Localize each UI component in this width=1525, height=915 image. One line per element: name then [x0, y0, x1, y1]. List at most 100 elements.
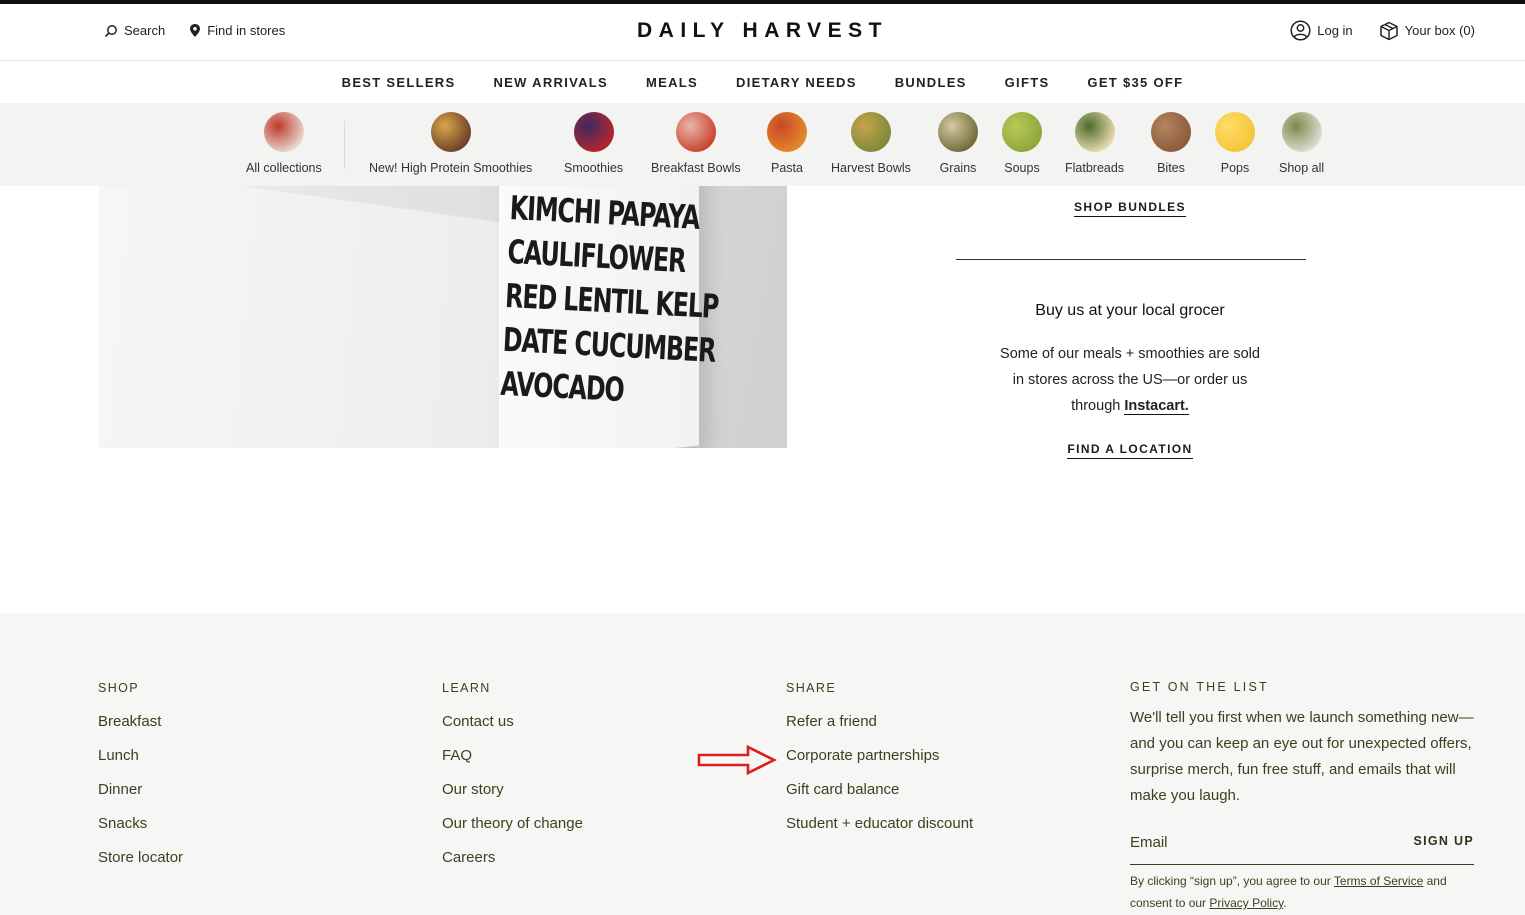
collection-grains[interactable]: Grains [938, 112, 978, 175]
legal-prefix: By clicking “sign up”, you agree to our [1130, 874, 1331, 888]
site-header: Search Find in stores DAILY HARVEST Log … [0, 4, 1525, 61]
newsletter-description: We'll tell you first when we launch some… [1130, 709, 1474, 804]
collection-thumbnail [675, 112, 716, 152]
grocer-description: Some of our meals + smoothies are sold i… [980, 341, 1280, 419]
collection-thumbnail [263, 112, 304, 152]
collection-pops[interactable]: Pops [1215, 112, 1255, 175]
grocer-heading: Buy us at your local grocer [1035, 302, 1225, 319]
collection-label: Flatbreads [1065, 161, 1125, 175]
collection-thumbnail [850, 112, 891, 152]
collection-pasta[interactable]: Pasta [767, 112, 807, 175]
grocer-line: in stores across the US—or order us [1012, 372, 1248, 388]
collection-thumbnail [767, 112, 807, 152]
collections-bar: All collections New! High Protein Smooth… [0, 103, 1525, 186]
footer-learn-column: LEARN Contact us FAQ Our story Our theor… [442, 681, 583, 883]
your-box-label: Your box (0) [1404, 23, 1475, 38]
collection-label: Smoothies [564, 161, 624, 175]
collection-breakfast-bowls[interactable]: Breakfast Bowls [651, 112, 741, 175]
login-link[interactable]: Log in [1290, 20, 1353, 41]
email-field[interactable] [1130, 831, 1390, 853]
privacy-policy-link[interactable]: Privacy Policy [1209, 896, 1283, 910]
footer-link-store-locator[interactable]: Store locator [98, 849, 183, 883]
shop-bundles-link[interactable]: SHOP BUNDLES [1074, 200, 1186, 217]
footer-shop-column: SHOP Breakfast Lunch Dinner Snacks Store… [98, 681, 183, 883]
collection-label: Soups [1004, 161, 1040, 175]
collection-soups[interactable]: Soups [1002, 112, 1042, 175]
user-account-icon [1290, 20, 1311, 41]
grocer-line-prefix: through [1071, 398, 1121, 414]
footer-link-theory-of-change[interactable]: Our theory of change [442, 815, 583, 849]
footer-shop-heading: SHOP [98, 681, 140, 695]
collection-label: All collections [246, 161, 322, 175]
footer-link-snacks[interactable]: Snacks [98, 815, 183, 849]
collection-thumbnail [1002, 112, 1042, 152]
footer-share-heading: SHARE [786, 681, 837, 695]
annotation-arrow-shape [697, 744, 777, 776]
footer-link-student-educator-discount[interactable]: Student + educator discount [786, 815, 973, 849]
main-nav: BEST SELLERS NEW ARRIVALS MEALS DIETARY … [0, 62, 1525, 103]
nav-dietary-needs[interactable]: DIETARY NEEDS [736, 75, 857, 90]
footer-share-column: SHARE Refer a friend Corporate partnersh… [786, 681, 973, 849]
footer-link-dinner[interactable]: Dinner [98, 781, 183, 815]
collection-thumbnail [1074, 112, 1115, 152]
terms-of-service-link[interactable]: Terms of Service [1334, 874, 1423, 888]
newsletter-legal-text: By clicking “sign up”, you agree to our … [1130, 870, 1480, 914]
collection-high-protein-smoothies[interactable]: New! High Protein Smoothies [369, 112, 532, 175]
collection-thumbnail [938, 112, 978, 152]
footer-link-corporate-partnerships[interactable]: Corporate partnerships [786, 747, 973, 781]
nav-new-arrivals[interactable]: NEW ARRIVALS [493, 75, 608, 90]
footer-link-refer-a-friend[interactable]: Refer a friend [786, 713, 973, 747]
collection-all[interactable]: All collections [246, 112, 322, 175]
collection-thumbnail [1281, 112, 1322, 152]
nav-gifts[interactable]: GIFTS [1005, 75, 1050, 90]
collection-thumbnail [573, 112, 614, 152]
find-location-link[interactable]: FIND A LOCATION [1067, 442, 1193, 459]
footer-link-breakfast[interactable]: Breakfast [98, 713, 183, 747]
footer-link-contact-us[interactable]: Contact us [442, 713, 583, 747]
header-right: Log in Your box (0) [1290, 20, 1475, 41]
footer-link-faq[interactable]: FAQ [442, 747, 583, 781]
hero-bag-image: KIMCHI PAPAYA CAULIFLOWER RED LENTIL KEL… [99, 186, 787, 448]
grocer-line: Some of our meals + smoothies are sold [1000, 346, 1260, 362]
nav-meals[interactable]: MEALS [646, 75, 698, 90]
collection-thumbnail [430, 112, 471, 152]
footer-link-gift-card-balance[interactable]: Gift card balance [786, 781, 973, 815]
collection-label: Pops [1220, 161, 1250, 175]
collection-label: Pasta [771, 161, 803, 175]
collection-thumbnail [1151, 112, 1191, 152]
newsletter-form: SIGN UP [1130, 831, 1474, 865]
footer-link-careers[interactable]: Careers [442, 849, 583, 883]
legal-end: . [1283, 896, 1287, 910]
footer-learn-heading: LEARN [442, 681, 491, 695]
collection-thumbnail [1215, 112, 1255, 152]
login-label: Log in [1317, 23, 1353, 38]
collection-smoothies[interactable]: Smoothies [564, 112, 623, 175]
collection-shop-all[interactable]: Shop all [1279, 112, 1324, 175]
section-divider [956, 259, 1306, 260]
your-box-link[interactable]: Your box (0) [1379, 20, 1475, 41]
box-icon [1379, 21, 1398, 40]
footer-link-lunch[interactable]: Lunch [98, 747, 183, 781]
footer-link-our-story[interactable]: Our story [442, 781, 583, 815]
instacart-link[interactable]: Instacart. [1124, 398, 1189, 415]
grocer-line-3: through Instacart. [980, 393, 1280, 419]
find-location-row: FIND A LOCATION [940, 442, 1320, 459]
newsletter-heading: GET ON THE LIST [1130, 680, 1269, 694]
nav-get-35-off[interactable]: GET $35 OFF [1087, 75, 1183, 90]
collection-label: Bites [1157, 161, 1185, 175]
collection-label: Shop all [1279, 161, 1325, 175]
collection-harvest-bowls[interactable]: Harvest Bowls [831, 112, 911, 175]
shop-bundles-row: SHOP BUNDLES [940, 200, 1320, 217]
bag-print-text: KIMCHI PAPAYA CAULIFLOWER RED LENTIL KEL… [499, 186, 787, 421]
collection-flatbreads[interactable]: Flatbreads [1065, 112, 1124, 175]
collection-label: Harvest Bowls [831, 161, 911, 175]
annotation-arrow-icon [697, 744, 777, 776]
nav-best-sellers[interactable]: BEST SELLERS [342, 75, 456, 90]
collection-label: Grains [939, 161, 977, 175]
collections-divider [344, 121, 345, 169]
sign-up-button[interactable]: SIGN UP [1414, 834, 1475, 848]
collection-label: New! High Protein Smoothies [369, 161, 533, 175]
collection-bites[interactable]: Bites [1151, 112, 1191, 175]
nav-bundles[interactable]: BUNDLES [895, 75, 967, 90]
collection-label: Breakfast Bowls [651, 161, 741, 175]
